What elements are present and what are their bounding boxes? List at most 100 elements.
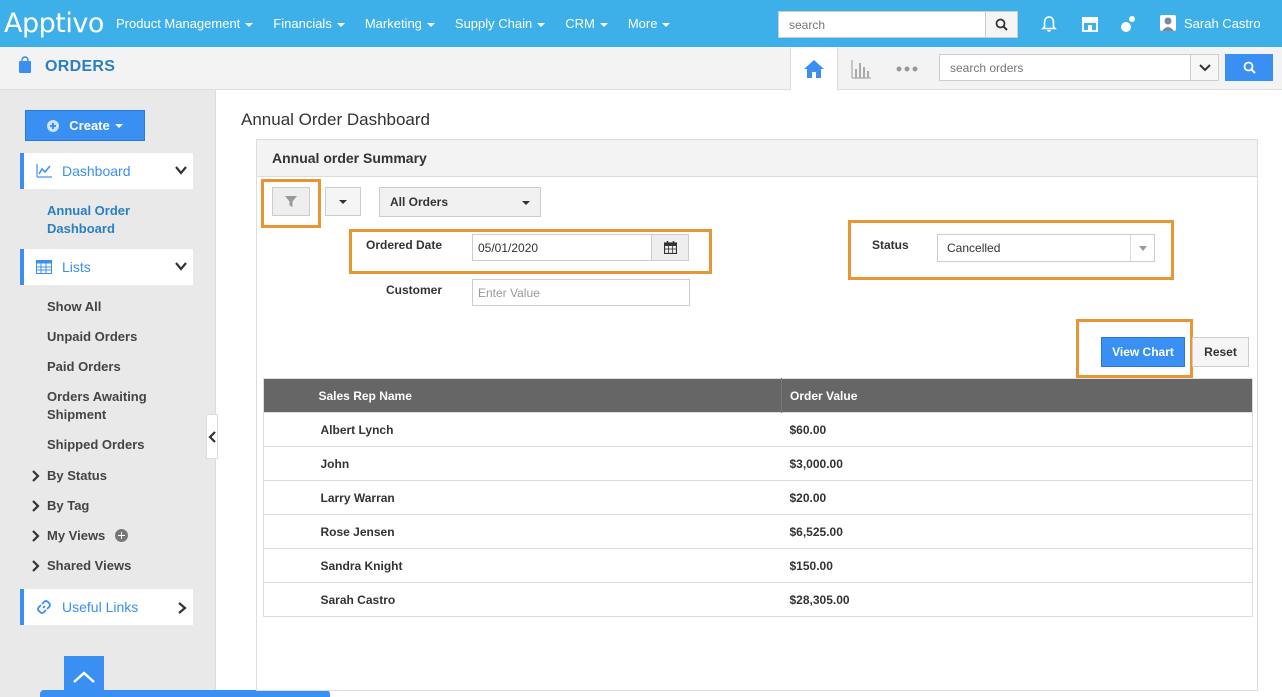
reset-button[interactable]: Reset (1192, 337, 1249, 367)
sidebar-item-orders-awaiting-shipment[interactable]: Orders Awaiting Shipment (47, 388, 167, 424)
sidebar-collapse-toggle[interactable] (206, 414, 218, 459)
reports-tab[interactable] (838, 47, 884, 90)
user-name: Sarah Castro (1184, 15, 1261, 31)
table-cell-blank (263, 582, 311, 617)
table-cell-order-value: $3,000.00 (781, 446, 1253, 481)
more-options-tab[interactable] (884, 47, 930, 90)
page-title: Annual Order Dashboard (241, 110, 431, 129)
sidebar-item-unpaid-orders[interactable]: Unpaid Orders (47, 328, 137, 346)
bar-chart-icon (851, 59, 871, 79)
caret-down-icon (245, 22, 254, 27)
calendar-button[interactable] (651, 234, 689, 261)
caret-down-icon (662, 22, 671, 27)
table-row[interactable]: Larry Warran $20.00 (263, 480, 1253, 515)
sidebar-section-useful-links[interactable]: Useful Links (20, 589, 193, 625)
search-icon (1243, 61, 1256, 74)
panel-title: Annual order Summary (257, 140, 1257, 177)
menu-supply-chain[interactable]: Supply Chain (455, 16, 546, 31)
calendar-icon (663, 241, 677, 254)
menu-marketing[interactable]: Marketing (365, 16, 435, 31)
orders-search (939, 54, 1219, 81)
table-cell-blank (263, 412, 311, 447)
status-label: Status (872, 238, 909, 252)
table-cell-blank (263, 480, 311, 515)
sidebar-item-by-status[interactable]: By Status (32, 468, 107, 483)
orders-search-input[interactable] (940, 55, 1190, 80)
table-row[interactable]: Rose Jensen $6,525.00 (263, 514, 1253, 549)
sidebar-item-my-views[interactable]: My Views (32, 528, 129, 543)
sidebar-section-lists[interactable]: Lists (20, 249, 193, 285)
menu-more[interactable]: More (628, 16, 671, 31)
user-menu[interactable]: Sarah Castro (1160, 15, 1261, 31)
link-icon (36, 599, 52, 615)
table-cell-order-value: $28,305.00 (781, 582, 1253, 617)
global-search (778, 11, 1018, 38)
sidebar-item-shared-views[interactable]: Shared Views (32, 558, 131, 573)
sales-rep-table: Sales Rep Name Order Value Albert Lynch … (263, 378, 1253, 617)
table-cell-order-value: $20.00 (781, 480, 1253, 515)
bell-icon (1041, 16, 1057, 32)
status-dropdown-toggle (1130, 235, 1154, 261)
chevron-right-icon (32, 499, 40, 512)
caret-down-icon (339, 199, 347, 204)
store-icon (1082, 17, 1098, 32)
chevron-down-icon (1198, 63, 1211, 71)
caret-down-icon (522, 201, 530, 205)
sidebar-item-annual-order-dashboard[interactable]: Annual Order Dashboard (47, 202, 157, 238)
create-button[interactable]: Create (25, 110, 145, 141)
table-cell-sales-rep: Sarah Castro (310, 582, 782, 617)
chevron-right-icon (32, 529, 40, 542)
table-cell-sales-rep: John (310, 446, 782, 481)
chevron-right-icon (178, 602, 187, 614)
sidebar: Create Dashboard Annual Order Dashboard … (0, 90, 330, 697)
filter-options-dropdown[interactable] (325, 187, 361, 216)
sidebar-section-dashboard[interactable]: Dashboard (20, 153, 193, 189)
chevron-right-icon (32, 559, 40, 572)
collaboration-button[interactable] (1118, 13, 1140, 35)
sidebar-item-show-all[interactable]: Show All (47, 298, 101, 316)
column-header-sales-rep[interactable]: Sales Rep Name (310, 378, 782, 413)
search-icon (995, 18, 1008, 31)
table-row[interactable]: John $3,000.00 (263, 446, 1253, 481)
table-row[interactable]: Sarah Castro $28,305.00 (263, 582, 1253, 617)
orders-search-dropdown[interactable] (1190, 55, 1218, 80)
table-icon (36, 260, 52, 274)
bottom-bar (40, 690, 330, 697)
customer-input[interactable]: Enter Value (472, 279, 690, 306)
global-search-input[interactable] (779, 12, 986, 37)
app-title[interactable]: ORDERS (45, 58, 115, 76)
add-view-icon[interactable] (115, 529, 129, 542)
status-select[interactable]: Cancelled (937, 234, 1155, 262)
notifications-button[interactable] (1038, 13, 1060, 35)
orders-search-button[interactable] (1225, 54, 1273, 81)
home-tab[interactable] (790, 47, 838, 90)
menu-product-management[interactable]: Product Management (116, 16, 254, 31)
customer-label: Customer (386, 283, 443, 297)
sidebar-item-shipped-orders[interactable]: Shipped Orders (47, 436, 145, 454)
sidebar-item-paid-orders[interactable]: Paid Orders (47, 358, 121, 376)
collaboration-icon (1121, 16, 1135, 32)
chevron-up-icon (73, 670, 95, 683)
table-cell-sales-rep: Larry Warran (310, 480, 782, 515)
ordered-date-input[interactable]: 05/01/2020 (472, 234, 652, 261)
menu-financials[interactable]: Financials (273, 16, 345, 31)
chevron-left-icon (208, 430, 216, 443)
user-icon (1162, 17, 1174, 31)
apptivo-logo[interactable]: Apptivo (4, 8, 104, 39)
filter-button[interactable] (272, 187, 310, 216)
table-row[interactable]: Sandra Knight $150.00 (263, 548, 1253, 583)
line-chart-icon (36, 164, 52, 178)
shopping-bag-icon (18, 56, 32, 77)
store-button[interactable] (1079, 13, 1101, 35)
caret-down-icon (426, 22, 435, 27)
chevron-down-icon (175, 166, 187, 175)
table-cell-blank (263, 514, 311, 549)
global-search-button[interactable] (985, 12, 1017, 37)
table-row[interactable]: Albert Lynch $60.00 (263, 412, 1253, 447)
menu-crm[interactable]: CRM (565, 16, 608, 31)
caret-down-icon (114, 123, 123, 128)
view-select[interactable]: All Orders (379, 187, 541, 217)
view-chart-button[interactable]: View Chart (1101, 337, 1185, 367)
column-header-order-value[interactable]: Order Value (781, 378, 1253, 413)
sidebar-item-by-tag[interactable]: By Tag (32, 498, 89, 513)
